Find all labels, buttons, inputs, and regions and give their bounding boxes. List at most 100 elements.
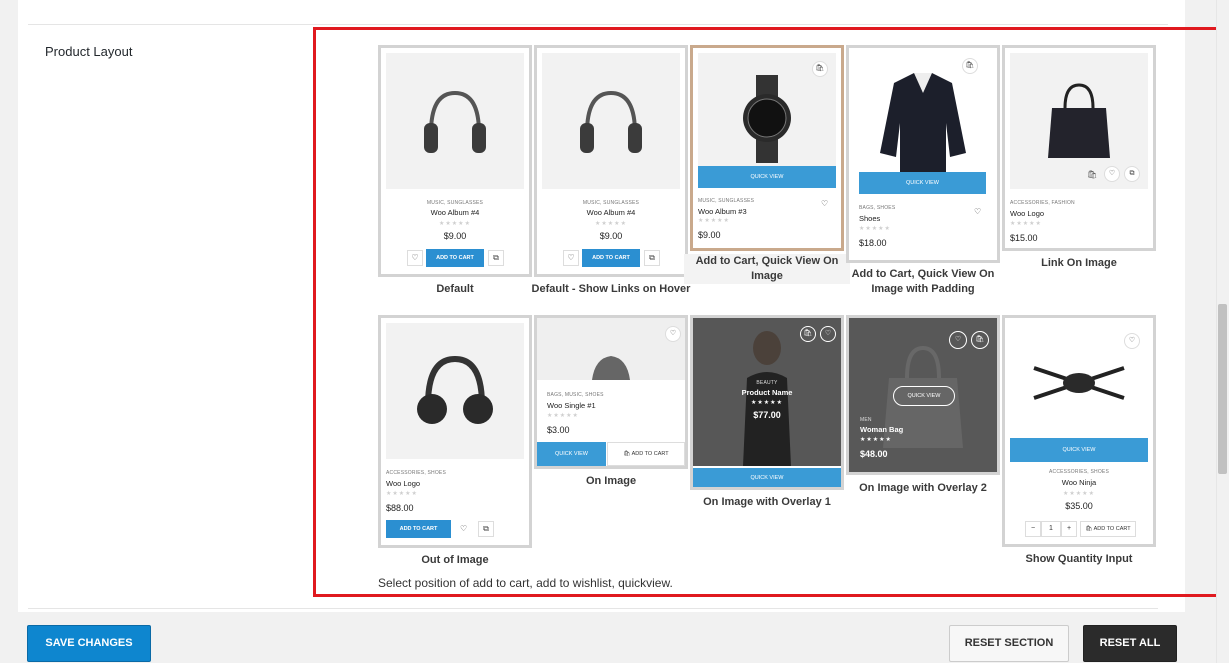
wishlist-icon[interactable]: ♡ bbox=[563, 250, 579, 266]
product-name: Woo Logo bbox=[1010, 209, 1045, 218]
headphones-icon bbox=[580, 90, 642, 153]
product-price: $9.00 bbox=[698, 230, 721, 240]
option-caption: Default - Show Links on Hover bbox=[531, 283, 691, 295]
quick-view-button[interactable]: QUICK VIEW bbox=[537, 442, 606, 466]
rating-stars: ★★★★★ bbox=[860, 437, 892, 443]
wishlist-icon[interactable]: ♡ bbox=[407, 250, 423, 266]
quickview-icon[interactable]: ⧉ bbox=[644, 250, 660, 266]
product-category: MUSIC, SUNGLASSES bbox=[698, 198, 755, 204]
product-category: MUSIC, SUNGLASSES bbox=[426, 200, 484, 206]
option-caption: On Image with Overlay 1 bbox=[703, 496, 831, 508]
product-category: BAGS, MUSIC, SHOES bbox=[547, 392, 604, 398]
product-image bbox=[386, 323, 524, 459]
product-name: Woo Single #1 bbox=[547, 401, 596, 410]
quick-view-button[interactable]: QUICK VIEW bbox=[693, 468, 841, 487]
product-image bbox=[537, 318, 685, 380]
option-caption: Link On Image bbox=[1041, 257, 1117, 269]
product-price: $77.00 bbox=[753, 410, 781, 420]
rating-stars: ★★★★★ bbox=[698, 218, 730, 224]
quickview-icon[interactable]: ⧉ bbox=[478, 521, 494, 537]
reset-section-button[interactable]: RESET SECTION bbox=[949, 625, 1069, 662]
cart-icon: 🛍 bbox=[623, 451, 632, 457]
option-caption: Default bbox=[436, 283, 474, 295]
product-image bbox=[542, 53, 680, 189]
wishlist-icon[interactable]: ♡ bbox=[1104, 166, 1120, 182]
option-caption: Add to Cart, Quick View On Image bbox=[684, 254, 850, 284]
cart-icon: 🛍 bbox=[1085, 526, 1094, 532]
layout-thumbnail[interactable]: ACCESSORIES, SHOES Woo Logo ★★★★★ $88.00… bbox=[378, 315, 532, 548]
quickview-icon[interactable]: ⧉ bbox=[488, 250, 504, 266]
layout-thumbnail[interactable]: ♡ 🛍 QUICK VIEW MEN Woman Bag ★★★★★ $48.0… bbox=[846, 315, 1000, 475]
product-price: $3.00 bbox=[547, 425, 570, 435]
wishlist-icon[interactable]: ♡ bbox=[460, 524, 467, 533]
hat-icon bbox=[592, 356, 630, 380]
cart-icon[interactable]: 🛍 bbox=[1087, 170, 1097, 179]
product-name: Woo Album #3 bbox=[698, 207, 747, 216]
headphones-icon bbox=[424, 90, 486, 153]
add-to-cart-label: ADD TO CART bbox=[1093, 526, 1131, 532]
add-to-cart-button[interactable]: 🛍 ADD TO CART bbox=[1080, 521, 1136, 537]
option-caption: Out of Image bbox=[421, 554, 489, 566]
add-to-cart-button[interactable]: ADD TO CART bbox=[582, 249, 640, 267]
layout-thumbnail[interactable]: ♡ QUICK VIEW ACCESSORIES, SHOES Woo Ninj… bbox=[1002, 315, 1156, 547]
rating-stars: ★★★★★ bbox=[751, 400, 783, 406]
product-category: BAGS, SHOES bbox=[859, 205, 896, 211]
layout-thumbnail[interactable]: MUSIC, SUNGLASSES Woo Album #4 ★★★★★ $9.… bbox=[534, 45, 688, 277]
layout-thumbnail[interactable]: 🛍 ♡ BEAUTY Product Name ★★★★★ $77.00 QUI… bbox=[690, 315, 844, 490]
quick-view-button[interactable]: QUICK VIEW bbox=[1010, 438, 1148, 462]
quick-view-button[interactable]: QUICK VIEW bbox=[698, 166, 836, 188]
product-price: $18.00 bbox=[859, 238, 887, 248]
rating-stars: ★★★★★ bbox=[1010, 221, 1042, 227]
add-to-cart-button[interactable]: ADD TO CART bbox=[386, 520, 451, 538]
product-name: Woo Ninja bbox=[1061, 478, 1097, 487]
reset-all-button[interactable]: RESET ALL bbox=[1083, 625, 1177, 662]
wishlist-icon[interactable]: ♡ bbox=[821, 199, 828, 208]
product-price: $35.00 bbox=[1065, 501, 1093, 511]
cart-icon[interactable]: 🛍 bbox=[812, 61, 828, 77]
quick-view-button[interactable]: QUICK VIEW bbox=[859, 172, 986, 194]
add-to-cart-button[interactable]: ADD TO CART bbox=[426, 249, 484, 267]
product-category: MUSIC, SUNGLASSES bbox=[582, 200, 640, 206]
qty-input[interactable]: 1 bbox=[1041, 521, 1061, 537]
quickview-icon[interactable]: ⧉ bbox=[1124, 166, 1140, 182]
rating-stars: ★★★★★ bbox=[386, 491, 418, 497]
cart-icon[interactable]: 🛍 bbox=[971, 331, 989, 349]
layout-thumbnail[interactable]: ♡ BAGS, MUSIC, SHOES Woo Single #1 ★★★★★… bbox=[534, 315, 688, 469]
add-to-cart-label: ADD TO CART bbox=[631, 451, 669, 457]
wishlist-icon[interactable]: ♡ bbox=[974, 207, 981, 216]
wishlist-icon[interactable]: ♡ bbox=[949, 331, 967, 349]
field-label: Product Layout bbox=[45, 44, 133, 59]
product-name: Woman Bag bbox=[860, 425, 904, 434]
wishlist-icon[interactable]: ♡ bbox=[820, 326, 836, 342]
qty-decrease-button[interactable]: − bbox=[1025, 521, 1041, 537]
layout-thumbnail[interactable]: 🛍 ♡ ⧉ ACCESSORIES, FASHION Woo Logo ★★★★… bbox=[1002, 45, 1156, 251]
qty-increase-button[interactable]: + bbox=[1061, 521, 1077, 537]
product-price: $88.00 bbox=[386, 503, 414, 513]
wishlist-icon[interactable]: ♡ bbox=[1124, 333, 1140, 349]
option-caption: On Image bbox=[585, 475, 637, 487]
divider bbox=[28, 608, 1158, 609]
field-description: Select position of add to cart, add to w… bbox=[378, 576, 673, 590]
cart-icon[interactable]: 🛍 bbox=[962, 58, 978, 74]
product-category: BEAUTY bbox=[756, 380, 778, 386]
add-to-cart-button[interactable]: 🛍 ADD TO CART bbox=[607, 442, 685, 466]
cart-icon[interactable]: 🛍 bbox=[800, 326, 816, 342]
option-caption: Show Quantity Input bbox=[1025, 553, 1133, 565]
product-name: Woo Album #4 bbox=[586, 208, 636, 217]
divider bbox=[28, 24, 1168, 25]
wishlist-icon[interactable]: ♡ bbox=[665, 326, 681, 342]
layout-thumbnail[interactable]: 🛍 QUICK VIEW MUSIC, SUNGLASSES Woo Album… bbox=[690, 45, 844, 251]
product-price: $9.00 bbox=[443, 231, 467, 241]
rating-stars: ★★★★★ bbox=[1063, 491, 1095, 497]
product-price: $9.00 bbox=[599, 231, 623, 241]
save-changes-button[interactable]: SAVE CHANGES bbox=[27, 625, 151, 662]
scrollbar-thumb[interactable] bbox=[1218, 304, 1227, 474]
product-name: Woo Album #4 bbox=[430, 208, 480, 217]
product-name: Product Name bbox=[741, 388, 793, 397]
product-price: $15.00 bbox=[1010, 233, 1038, 243]
quick-view-button[interactable]: QUICK VIEW bbox=[893, 386, 955, 406]
rating-stars: ★★★★★ bbox=[547, 413, 579, 419]
layout-thumbnail[interactable]: 🛍 QUICK VIEW BAGS, SHOES Shoes ♡ ★★★★★ $… bbox=[846, 45, 1000, 263]
layout-thumbnail[interactable]: MUSIC, SUNGLASSES Woo Album #4 ★★★★★ $9.… bbox=[378, 45, 532, 277]
product-price: $48.00 bbox=[860, 449, 888, 459]
